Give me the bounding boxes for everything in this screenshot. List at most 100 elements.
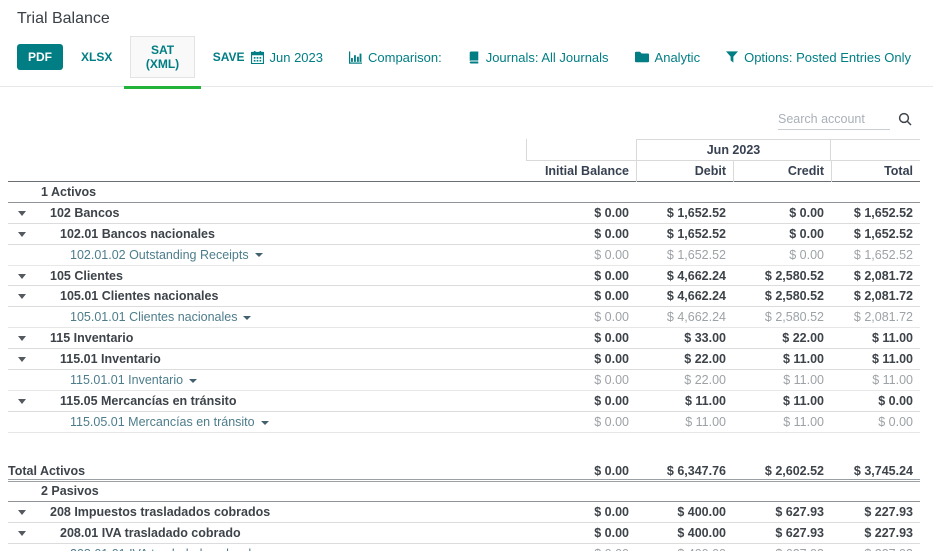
pdf-button[interactable]: PDF [17,44,63,70]
period-header: Jun 2023 [636,139,831,161]
table-row[interactable]: 208.01 IVA trasladado cobrado $ 0.00 $ 4… [8,523,920,545]
debit-value: $ 6,347.76 [666,463,726,478]
credit-value: $ 0.00 [789,226,824,241]
xlsx-button[interactable]: XLSX [75,44,118,70]
save-button[interactable]: SAVE [207,44,251,70]
account-label[interactable]: 115.05 Mercancías en tránsito [60,394,236,408]
initial-balance-value: $ 0.00 [594,373,629,388]
credit-value: $ 627.93 [775,526,824,541]
initial-balance-value: $ 0.00 [594,268,629,283]
expand-caret-icon[interactable] [18,510,26,516]
folder-icon [634,51,649,63]
expand-caret-icon[interactable] [18,231,26,237]
dropdown-caret-icon[interactable] [189,378,198,383]
initial-balance-value: $ 0.00 [594,205,629,220]
account-label[interactable]: 105.01.01 Clientes nacionales [70,310,237,324]
initial-balance-value: $ 0.00 [594,289,629,304]
total-value: $ 3,745.24 [853,463,913,478]
total-value: $ 11.00 [872,373,913,388]
table-row[interactable]: 115 Inventario $ 0.00 $ 33.00 $ 22.00 $ … [8,328,920,350]
bar-chart-icon [349,50,362,64]
initial-balance-value: $ 0.00 [526,544,636,551]
table-row[interactable]: 208 Impuestos trasladados cobrados $ 0.0… [8,502,920,524]
initial-balance-value: $ 0.00 [594,352,629,367]
journal-book-icon [468,51,480,64]
comparison-filter[interactable]: Comparison: [349,50,442,65]
account-label: 2 Pasivos [41,484,99,499]
date-filter-label: Jun 2023 [269,49,324,65]
table-row: 1 Activos [8,182,920,203]
date-filter[interactable]: Jun 2023 [250,49,324,65]
account-label[interactable]: 208 Impuestos trasladados cobrados [50,505,270,519]
account-label[interactable]: 208.01.01 IVA trasladado cobrado [70,547,258,551]
account-label[interactable]: 208.01 IVA trasladado cobrado [60,526,241,540]
options-filter[interactable]: Options: Posted Entries Only [726,50,911,65]
column-header-debit: Debit [636,160,733,182]
credit-value: $ 11.00 [783,414,824,429]
journals-filter[interactable]: Journals: All Journals [468,50,609,65]
account-label[interactable]: 105 Clientes [50,269,123,283]
search-account-input[interactable] [778,110,890,130]
total-value: $ 1,652.52 [853,205,913,220]
account-label[interactable]: 105.01 Clientes nacionales [60,289,218,303]
table-row [8,433,920,461]
table-row: Total Activos $ 0.00 $ 6,347.76 $ 2,602.… [8,461,920,482]
account-label[interactable]: 102 Bancos [50,206,119,220]
table-row[interactable]: 105.01 Clientes nacionales $ 0.00 $ 4,66… [8,286,920,308]
credit-value: $ 627.93 [775,505,824,520]
dropdown-caret-icon[interactable] [260,420,269,425]
account-label[interactable]: 115 Inventario [50,331,133,345]
initial-balance-value: $ 0.00 [594,526,629,541]
table-row[interactable]: 102 Bancos $ 0.00 $ 1,652.52 $ 0.00 $ 1,… [8,203,920,224]
table-row[interactable]: 115.01 Inventario $ 0.00 $ 22.00 $ 11.00… [8,349,920,371]
initial-balance-value: $ 0.00 [594,247,629,262]
debit-value: $ 11.00 [685,414,726,429]
comparison-filter-label: Comparison: [368,49,442,65]
debit-value: $ 22.00 [684,373,726,388]
account-label[interactable]: 102.01.02 Outstanding Receipts [70,248,249,262]
table-row[interactable]: 105 Clientes $ 0.00 $ 4,662.24 $ 2,580.5… [8,266,920,287]
credit-value: $ 11.00 [782,393,824,408]
report-toolbar: PDF XLSX SAT (XML) SAVE Jun 2023 Compari… [0,36,933,89]
initial-balance-value: $ 0.00 [594,505,629,520]
table-row[interactable]: 102.01 Bancos nacionales $ 0.00 $ 1,652.… [8,224,920,245]
filter-bar: Jun 2023 Comparison: Journals: All Journ… [250,49,911,65]
initial-balance-value: $ 0.00 [594,463,629,478]
expand-caret-icon[interactable] [18,531,26,537]
account-label[interactable]: 115.01.01 Inventario [70,373,183,387]
total-value: $ 1,652.52 [853,226,913,241]
total-value: $ 227.93 [831,544,920,551]
table-row[interactable]: 115.05 Mercancías en tránsito $ 0.00 $ 1… [8,391,920,412]
column-header-credit: Credit [733,160,831,182]
expand-caret-icon[interactable] [18,398,26,404]
table-row: 2 Pasivos [8,482,920,503]
debit-value: $ 400.00 [677,526,726,541]
expand-caret-icon[interactable] [18,210,26,216]
total-value: $ 2,081.72 [853,289,913,304]
total-value: $ 227.93 [864,505,913,520]
account-label[interactable]: 115.01 Inventario [60,352,161,366]
credit-value: $ 0.00 [789,247,824,262]
expand-caret-icon[interactable] [18,357,26,363]
search-icon[interactable] [890,112,912,129]
credit-value: $ 2,580.52 [764,310,824,325]
total-value: $ 1,652.52 [853,247,913,262]
expand-caret-icon[interactable] [18,273,26,279]
table-header-period-row: Jun 2023 [8,139,920,161]
debit-value: $ 1,652.52 [666,226,726,241]
dropdown-caret-icon[interactable] [243,316,252,321]
initial-balance-value: $ 0.00 [594,414,629,429]
expand-caret-icon[interactable] [18,294,26,300]
dropdown-caret-icon[interactable] [254,253,263,258]
credit-value: $ 2,580.52 [764,268,824,283]
account-label[interactable]: 115.05.01 Mercancías en tránsito [70,415,255,429]
expand-caret-icon[interactable] [18,336,26,342]
analytic-filter[interactable]: Analytic [634,50,700,65]
account-label[interactable]: 102.01 Bancos nacionales [60,227,215,241]
debit-value: $ 1,652.52 [666,247,726,262]
initial-balance-value: $ 0.00 [594,393,629,408]
total-value: $ 2,081.72 [853,310,913,325]
sat-xml-button[interactable]: SAT (XML) [124,36,202,89]
debit-value: $ 1,652.52 [666,205,726,220]
search-bar [0,87,933,137]
